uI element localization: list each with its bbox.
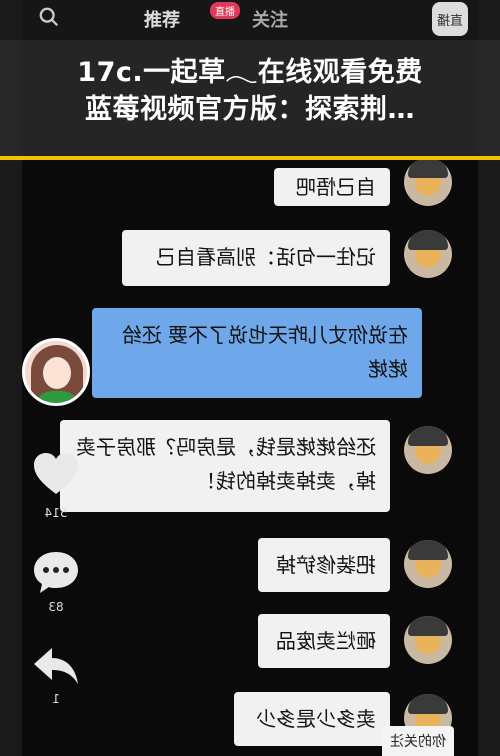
share-count: 1	[52, 692, 60, 706]
chat-bubble-6: 砸烂卖废品	[258, 614, 390, 668]
title-banner: 17c.一起草𓂃在线观看免费 蓝莓视频官方版：探索荆…	[0, 40, 500, 160]
message-text: 自己悟吧	[296, 175, 376, 199]
chat-bubble-3: 在说你丈儿昨天也说了不要 还给姥姥	[92, 308, 422, 398]
tab-follow[interactable]: 关注	[252, 6, 288, 32]
tab-recommend[interactable]: 推荐	[144, 6, 180, 32]
contact-avatar[interactable]	[404, 230, 452, 278]
contact-avatar[interactable]	[404, 540, 452, 588]
message-text: 在说你丈儿昨天也说了不要 还给姥姥	[121, 323, 408, 381]
message-text: 把装修铲掉	[276, 553, 376, 577]
contact-avatar[interactable]	[404, 426, 452, 474]
chat-bubble-7: 卖多少是多少	[234, 692, 390, 746]
comment-icon[interactable]	[30, 546, 82, 598]
comment-count: 83	[48, 600, 64, 614]
live-icon[interactable]: 直播	[432, 2, 468, 36]
message-text: 砸烂卖废品	[276, 629, 376, 653]
follow-tag[interactable]: 你的关注	[382, 726, 454, 756]
title-line-1: 17c.一起草𓂃在线观看免费	[77, 57, 423, 88]
heart-icon[interactable]	[30, 448, 82, 500]
chat-bubble-1: 自己悟吧	[274, 168, 390, 206]
app-top-bar: 推荐 直播 关注 直播	[22, 0, 478, 40]
contact-avatar[interactable]	[404, 616, 452, 664]
search-icon[interactable]	[38, 6, 60, 28]
live-badge: 直播	[210, 2, 240, 19]
video-frame: 推荐 直播 关注 直播 自己悟吧 记住一句话：别高看自己 在说你丈儿昨天也说了不…	[0, 0, 500, 756]
follow-tag-label: 你的关注	[390, 734, 446, 750]
like-count: 514	[44, 506, 68, 520]
title-line-2: 蓝莓视频官方版：探索荆…	[85, 94, 415, 125]
creator-avatar[interactable]	[22, 338, 90, 406]
contact-avatar[interactable]	[404, 158, 452, 206]
message-text: 卖多少是多少	[256, 707, 376, 731]
chat-bubble-5: 把装修铲掉	[258, 538, 390, 592]
chat-bubble-4: 还给姥姥是钱，是房吗？那房子卖掉，卖掉卖掉的钱！	[60, 420, 390, 512]
live-icon-label: 直播	[437, 13, 464, 29]
chat-screen: 自己悟吧 记住一句话：别高看自己 在说你丈儿昨天也说了不要 还给姥姥 还给姥姥是…	[22, 158, 478, 756]
message-text: 还给姥姥是钱，是房吗？那房子卖掉，卖掉卖掉的钱！	[76, 435, 376, 493]
message-text: 记住一句话：别高看自己	[156, 245, 376, 269]
share-icon[interactable]	[30, 640, 82, 692]
chat-bubble-2: 记住一句话：别高看自己	[122, 230, 390, 286]
